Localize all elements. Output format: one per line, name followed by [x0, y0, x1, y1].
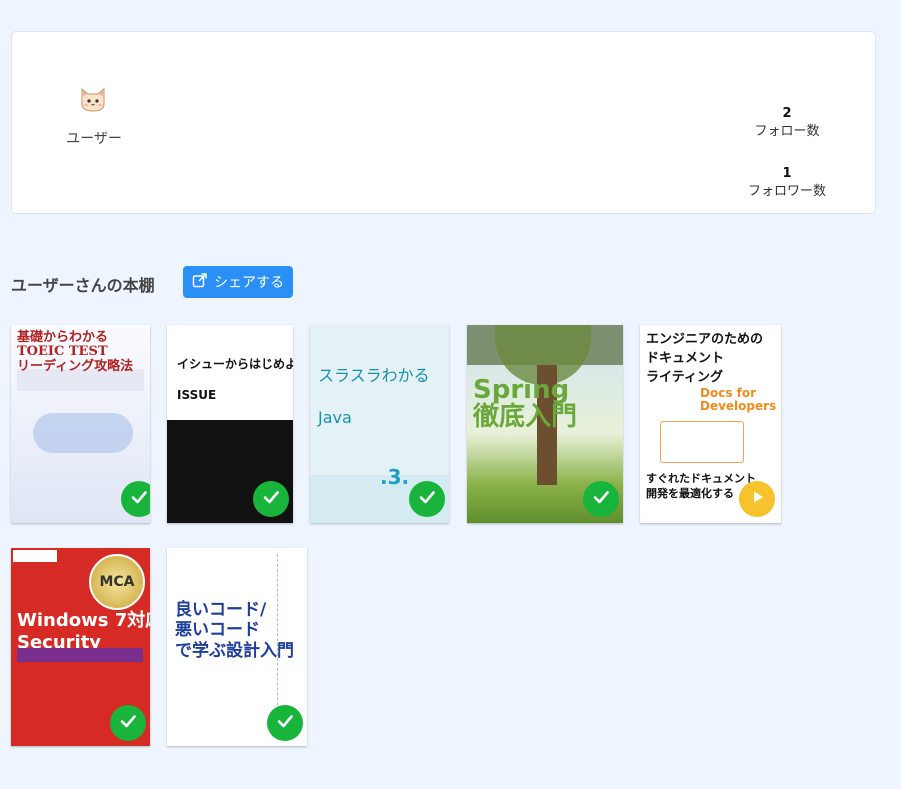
follow-stat[interactable]: 2 フォロー数: [718, 105, 856, 141]
reading-badge: [739, 481, 775, 517]
check-icon: [591, 487, 611, 511]
read-badge: [110, 705, 146, 741]
follow-label: フォロー数: [754, 124, 820, 139]
play-icon: [747, 487, 767, 511]
book-cover[interactable]: スラスラわかる Java .3.: [310, 325, 449, 523]
check-icon: [129, 487, 149, 511]
share-button[interactable]: シェアする: [183, 266, 293, 298]
cat-face-icon: [78, 84, 108, 114]
read-badge: [583, 481, 619, 517]
book-cover[interactable]: MCA Windows 7対応 Security: [11, 548, 150, 746]
follower-label: フォロワー数: [747, 184, 826, 199]
check-icon: [275, 711, 295, 735]
share-label: シェアする: [214, 275, 284, 291]
read-badge: [267, 705, 303, 741]
check-icon: [118, 711, 138, 735]
check-icon: [261, 487, 281, 511]
share-icon: [192, 272, 208, 292]
book-cover[interactable]: Spring 徹底入門: [467, 325, 623, 523]
book-cover[interactable]: イシューからはじめよ ISSUE DRIVEN: [167, 325, 293, 523]
shelf-title: ユーザーさんの本棚: [11, 276, 155, 295]
book-cover-title: 基礎からわかる TOEIC TEST リーディング攻略法: [17, 330, 134, 374]
book-cover-title: Windows 7対応 Security: [17, 610, 150, 653]
read-badge: [253, 481, 289, 517]
follower-count: 1: [782, 166, 792, 181]
username: ユーザー: [66, 131, 122, 147]
book-cover[interactable]: エンジニアのための ドキュメント ライティング Docs for Develope…: [640, 325, 781, 523]
book-cover-title: エンジニアのための ドキュメント ライティング: [646, 332, 764, 385]
profile-card: ユーザー 2 フォロー数 1 フォロワー数: [11, 31, 876, 214]
book-cover-title: Spring 徹底入門: [473, 375, 578, 433]
read-badge: [121, 481, 150, 517]
read-badge: [409, 481, 445, 517]
book-cover-title: スラスラわかる Java: [318, 366, 430, 427]
book-cover-title: 良いコード/ 悪いコード で学ぶ設計入門: [175, 600, 294, 661]
follower-stat[interactable]: 1 フォロワー数: [718, 165, 856, 201]
check-icon: [417, 487, 437, 511]
book-cover-title: イシューからはじめよ ISSUE DRIVEN: [177, 357, 293, 434]
book-cover[interactable]: 基礎からわかる TOEIC TEST リーディング攻略法: [11, 325, 150, 523]
follow-count: 2: [782, 106, 792, 121]
book-cover[interactable]: 良いコード/ 悪いコード で学ぶ設計入門: [167, 548, 307, 746]
